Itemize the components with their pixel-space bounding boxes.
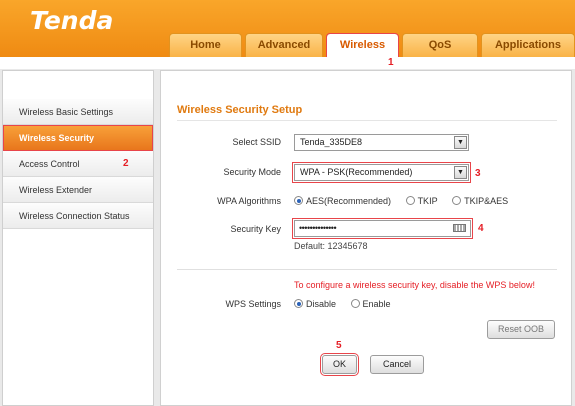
- title-divider: [177, 120, 557, 121]
- tab-applications[interactable]: Applications: [481, 33, 575, 57]
- tkip-option[interactable]: TKIP: [405, 196, 438, 206]
- tkip-label: TKIP: [417, 196, 438, 206]
- default-key-text: Default: 12345678: [294, 241, 368, 251]
- sidebar-item-wireless-basic-settings[interactable]: Wireless Basic Settings: [3, 99, 153, 125]
- page-title: Wireless Security Setup: [177, 104, 303, 116]
- tab-qos[interactable]: QoS: [402, 33, 478, 57]
- ssid-value: Tenda_335DE8: [300, 137, 363, 147]
- aes-radio[interactable]: [294, 196, 303, 205]
- wps-enable-radio[interactable]: [350, 299, 360, 308]
- step-marker-5: 5: [336, 340, 342, 351]
- security-mode-value: WPA - PSK(Recommended): [300, 167, 413, 177]
- wps-warning-text: To configure a wireless security key, di…: [294, 280, 535, 290]
- tkip-radio[interactable]: [405, 196, 415, 205]
- wps-settings-label: WPS Settings: [225, 299, 281, 309]
- step-marker-3: 3: [475, 168, 481, 179]
- sidebar-item-label: Access Control: [19, 159, 80, 169]
- wpa-algorithms-group: AES(Recommended) TKIP TKIP&AES: [294, 196, 520, 206]
- tkip-aes-option[interactable]: TKIP&AES: [452, 196, 508, 206]
- ssid-select[interactable]: Tenda_335DE8 ▼: [294, 134, 469, 151]
- wpa-algorithms-label: WPA Algorithms: [217, 196, 281, 206]
- tab-advanced[interactable]: Advanced: [245, 33, 323, 57]
- sidebar-item-wireless-extender[interactable]: Wireless Extender: [3, 177, 153, 203]
- security-key-value: ••••••••••••••: [299, 223, 337, 233]
- wps-enable-option[interactable]: Enable: [350, 299, 391, 309]
- tenda-logo: Tenda: [30, 6, 114, 35]
- security-mode-label: Security Mode: [223, 167, 281, 177]
- ssid-label: Select SSID: [232, 137, 281, 147]
- header-strip: 1: [0, 57, 575, 69]
- tab-wireless[interactable]: Wireless: [326, 33, 399, 58]
- step-marker-2: 2: [123, 158, 129, 169]
- tab-home[interactable]: Home: [169, 33, 242, 57]
- aes-option[interactable]: AES(Recommended): [294, 196, 391, 206]
- tkip-aes-label: TKIP&AES: [464, 196, 509, 206]
- wps-settings-group: Disable Enable: [294, 299, 403, 309]
- wps-disable-radio[interactable]: [294, 299, 303, 308]
- keyboard-icon[interactable]: [453, 224, 466, 232]
- sidebar-item-wireless-connection-status[interactable]: Wireless Connection Status: [3, 203, 153, 229]
- header-bar: Tenda Home Advanced Wireless QoS Applica…: [0, 0, 575, 58]
- section-divider: [177, 269, 557, 270]
- security-key-label: Security Key: [230, 224, 281, 234]
- sidebar-item-access-control[interactable]: Access Control 2: [3, 151, 153, 177]
- wps-enable-label: Enable: [362, 299, 391, 309]
- security-key-input[interactable]: ••••••••••••••: [292, 218, 473, 239]
- sidebar: Wireless Basic Settings Wireless Securit…: [2, 70, 154, 406]
- cancel-button[interactable]: Cancel: [370, 355, 424, 374]
- security-mode-select[interactable]: WPA - PSK(Recommended) ▼: [292, 162, 471, 183]
- wps-disable-label: Disable: [306, 299, 337, 309]
- dropdown-arrow-icon[interactable]: ▼: [454, 136, 467, 149]
- reset-oob-button[interactable]: Reset OOB: [487, 320, 555, 339]
- sidebar-item-wireless-security[interactable]: Wireless Security: [3, 125, 153, 151]
- aes-label: AES(Recommended): [306, 196, 392, 206]
- dropdown-arrow-icon[interactable]: ▼: [454, 166, 467, 179]
- tkip-aes-radio[interactable]: [452, 196, 462, 205]
- main-panel: Wireless Security Setup Select SSID Tend…: [160, 70, 572, 406]
- ok-button[interactable]: OK: [320, 353, 359, 376]
- wps-disable-option[interactable]: Disable: [294, 299, 336, 309]
- step-marker-4: 4: [478, 223, 484, 234]
- step-marker-1: 1: [388, 57, 394, 68]
